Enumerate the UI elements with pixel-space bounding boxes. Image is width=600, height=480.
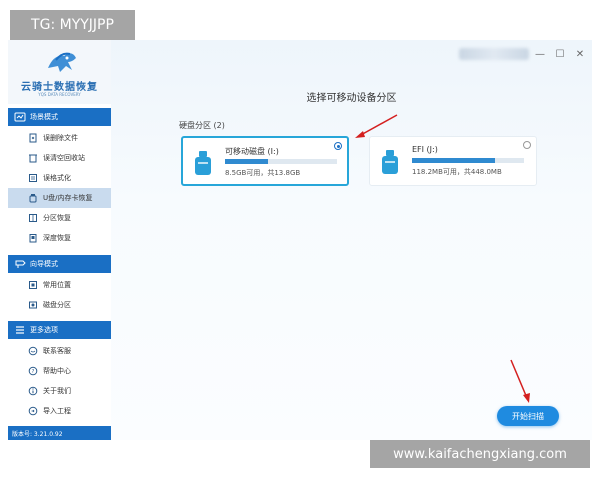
- drive-card-efi[interactable]: EFI (J:) 118.2MB可用，共448.0MB: [369, 136, 537, 186]
- sidebar-item-about[interactable]: 关于我们: [8, 381, 111, 401]
- drive-name: 可移动磁盘 (I:): [225, 147, 279, 156]
- disk-icon: [29, 301, 37, 309]
- delete-file-icon: [29, 133, 37, 143]
- sidebar-item-label: 导入工程: [43, 407, 71, 415]
- partition-section-label: 硬盘分区 (2): [179, 121, 225, 130]
- section-guide-mode[interactable]: 向导模式: [8, 255, 111, 273]
- watermark-bottom: www.kaifachengxiang.com: [370, 440, 590, 468]
- sidebar-item-label: 帮助中心: [43, 367, 71, 375]
- deep-recovery-icon: [29, 234, 37, 243]
- close-button[interactable]: ✕: [574, 48, 586, 60]
- about-icon: [28, 386, 38, 396]
- sidebar-item-label: U盘/内存卡恢复: [43, 194, 93, 202]
- sidebar-item-label: 分区恢复: [43, 214, 71, 222]
- recycle-bin-icon: [29, 154, 37, 163]
- drive-name: EFI (J:): [412, 145, 438, 154]
- usb-card-icon: [29, 194, 37, 203]
- sidebar-item-help[interactable]: ? 帮助中心: [8, 361, 111, 381]
- drive-usage-fill: [225, 159, 268, 164]
- sidebar-item-disk-partition[interactable]: 磁盘分区: [8, 295, 111, 315]
- brand-name: 云骑士数据恢复: [21, 82, 98, 93]
- section-label: 场景模式: [30, 113, 58, 121]
- watermark-top: TG: MYYJJPP: [10, 10, 135, 40]
- drive-usage-fill: [412, 158, 495, 163]
- sidebar-item-label: 误清空回收站: [43, 154, 85, 162]
- help-icon: ?: [28, 366, 38, 376]
- usb-drive-icon: [382, 150, 398, 174]
- sidebar-item-usb-card[interactable]: U盘/内存卡恢复: [8, 188, 111, 208]
- sidebar-item-format[interactable]: 误格式化: [8, 168, 111, 188]
- sidebar-item-partition[interactable]: 分区恢复: [8, 208, 111, 228]
- usb-drive-icon: [195, 151, 211, 175]
- sidebar-item-deleted-files[interactable]: 误删除文件: [8, 128, 111, 148]
- support-icon: [28, 346, 38, 356]
- sidebar-item-label: 误删除文件: [43, 134, 78, 142]
- sidebar-item-import-project[interactable]: 导入工程: [8, 401, 111, 421]
- account-info-blurred: [459, 48, 529, 60]
- scene-icon: [14, 112, 26, 122]
- annotation-arrow-drive: [355, 114, 398, 138]
- menu-icon: [16, 326, 24, 334]
- page-title: 选择可移动设备分区: [306, 93, 397, 104]
- app-screenshot: 云骑士数据恢复 YQS DATA RECOVERY 场景模式 误删除文件 误清空…: [0, 0, 600, 480]
- logo-area: 云骑士数据恢复 YQS DATA RECOVERY: [8, 40, 111, 104]
- sidebar-item-label: 磁盘分区: [43, 301, 71, 309]
- guide-icon: [15, 260, 26, 268]
- partition-icon: [29, 214, 37, 222]
- drive-card-removable[interactable]: 可移动磁盘 (I:) 8.5GB可用，共13.8GB: [181, 136, 349, 186]
- section-scene-mode[interactable]: 场景模式: [8, 108, 111, 126]
- window-controls: — ☐ ✕: [534, 48, 586, 60]
- format-icon: [29, 174, 37, 182]
- sidebar-item-label: 深度恢复: [43, 234, 71, 242]
- sidebar: 云骑士数据恢复 YQS DATA RECOVERY 场景模式 误删除文件 误清空…: [8, 40, 112, 440]
- location-icon: [29, 281, 37, 289]
- brand-subtitle: YQS DATA RECOVERY: [38, 92, 81, 97]
- drive-usage-bar: [412, 158, 524, 163]
- annotation-arrow-scan: [510, 359, 530, 403]
- drive-radio-unselected[interactable]: [523, 141, 531, 149]
- sidebar-item-deep-recovery[interactable]: 深度恢复: [8, 228, 111, 248]
- sidebar-item-support[interactable]: 联系客服: [8, 341, 111, 361]
- main-panel: — ☐ ✕ 选择可移动设备分区 硬盘分区 (2) 可移动磁盘 (I:) 8.5G…: [111, 40, 592, 440]
- sidebar-item-label: 常用位置: [43, 281, 71, 289]
- drive-capacity: 118.2MB可用，共448.0MB: [412, 168, 502, 176]
- drive-capacity: 8.5GB可用，共13.8GB: [225, 169, 301, 177]
- sidebar-item-label: 联系客服: [43, 347, 71, 355]
- minimize-button[interactable]: —: [534, 48, 546, 60]
- section-label: 更多选项: [30, 326, 58, 334]
- import-icon: [28, 406, 38, 416]
- drive-usage-bar: [225, 159, 337, 164]
- knight-logo-icon: [48, 52, 76, 72]
- section-more-options[interactable]: 更多选项: [8, 321, 111, 339]
- drive-radio-selected[interactable]: [334, 142, 342, 150]
- sidebar-item-common-location[interactable]: 常用位置: [8, 275, 111, 295]
- section-label: 向导模式: [30, 260, 58, 268]
- maximize-button[interactable]: ☐: [554, 48, 566, 60]
- sidebar-item-recycle-bin[interactable]: 误清空回收站: [8, 148, 111, 168]
- svg-text:?: ?: [32, 369, 35, 375]
- sidebar-item-label: 关于我们: [43, 387, 71, 395]
- start-scan-button[interactable]: 开始扫描: [497, 406, 559, 426]
- version-label: 版本号: 3.21.0.92: [8, 426, 111, 440]
- sidebar-item-label: 误格式化: [43, 174, 71, 182]
